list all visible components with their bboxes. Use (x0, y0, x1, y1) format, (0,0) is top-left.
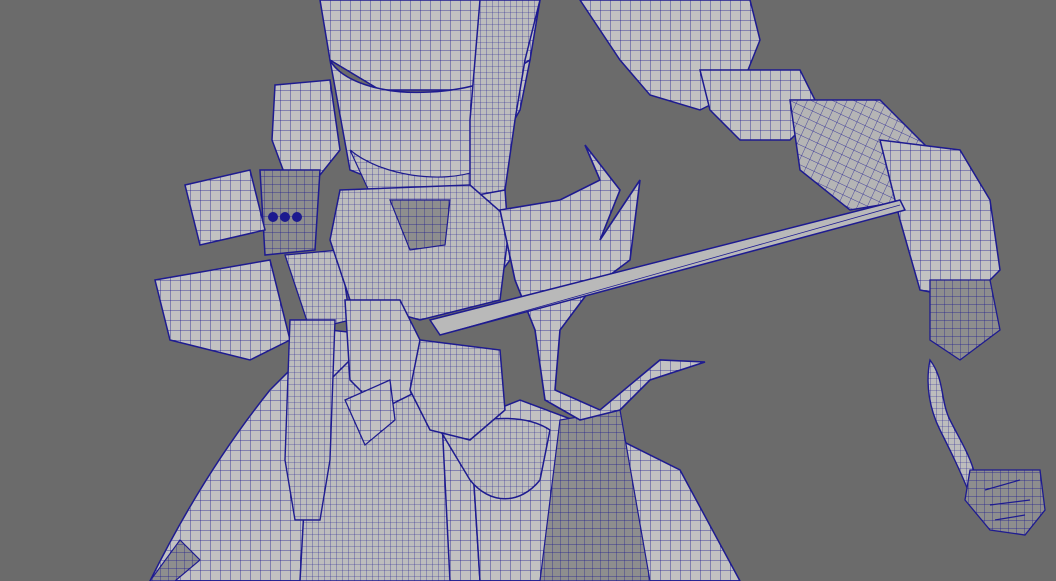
rivet-icon (268, 212, 278, 222)
mesh-render[interactable] (0, 0, 1056, 581)
rivet-icon (292, 212, 302, 222)
maya-viewport[interactable] (0, 0, 1056, 581)
rivet-icon (280, 212, 290, 222)
